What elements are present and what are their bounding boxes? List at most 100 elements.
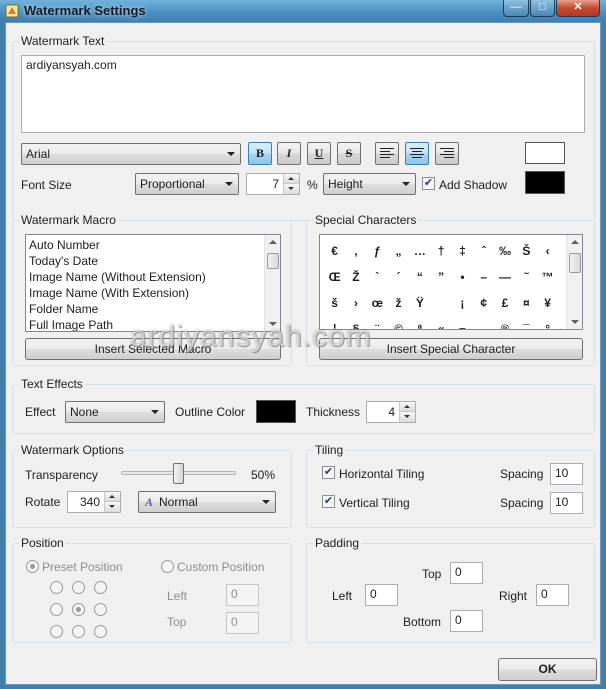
font-size-stepper[interactable]: 7 [246, 173, 300, 195]
special-character-cell[interactable]: ® [494, 316, 515, 329]
position-middle-left-radio[interactable] [50, 603, 63, 616]
special-character-cell[interactable] [430, 290, 451, 316]
special-character-cell[interactable]: Š [516, 238, 537, 264]
list-item[interactable]: Today's Date [26, 253, 280, 269]
stepper-down-icon[interactable] [105, 502, 120, 512]
padding-left-input[interactable]: 0 [365, 584, 398, 606]
special-character-cell[interactable] [473, 316, 494, 329]
special-character-cell[interactable]: • [452, 264, 473, 290]
scroll-up-icon[interactable] [571, 240, 579, 244]
vertical-spacing-input[interactable]: 10 [550, 492, 583, 514]
special-character-cell[interactable]: š [324, 290, 345, 316]
outline-color-swatch[interactable] [256, 400, 296, 423]
special-character-cell[interactable]: © [388, 316, 409, 329]
underline-button[interactable]: U [307, 142, 331, 165]
ok-button[interactable]: OK [498, 658, 597, 681]
position-center-radio[interactable] [72, 603, 85, 616]
position-bottom-right-radio[interactable] [94, 625, 107, 638]
maximize-button[interactable]: □ [530, 0, 555, 17]
style-select[interactable]: A Normal [138, 491, 276, 513]
special-character-cell[interactable]: ‰ [494, 238, 515, 264]
special-character-cell[interactable]: “ [409, 264, 430, 290]
scroll-thumb[interactable] [569, 253, 581, 273]
position-top-center-radio[interactable] [72, 581, 85, 594]
position-middle-right-radio[interactable] [94, 603, 107, 616]
special-character-cell[interactable]: ž [388, 290, 409, 316]
list-item[interactable]: Full Image Path [26, 317, 280, 331]
stepper-up-icon[interactable] [284, 174, 299, 184]
strikethrough-button[interactable]: S [337, 142, 361, 165]
italic-button[interactable]: I [277, 142, 301, 165]
stepper-up-icon[interactable] [400, 402, 415, 412]
special-character-cell[interactable]: — [494, 264, 515, 290]
preset-position-radio[interactable] [26, 560, 39, 573]
special-character-cell[interactable]: ` [367, 264, 388, 290]
special-character-cell[interactable]: ” [430, 264, 451, 290]
font-color-swatch[interactable] [525, 142, 565, 164]
special-character-cell[interactable]: … [409, 238, 430, 264]
font-size-mode-select[interactable]: Proportional [135, 173, 239, 195]
transparency-slider-thumb[interactable] [172, 463, 184, 484]
macro-list[interactable]: Auto Number Today's Date Image Name (Wit… [25, 234, 281, 332]
special-character-cell[interactable]: , [345, 238, 366, 264]
special-character-cell[interactable]: › [345, 290, 366, 316]
list-item[interactable]: Auto Number [26, 237, 280, 253]
special-character-cell[interactable]: „ [388, 238, 409, 264]
special-character-cell[interactable]: ˆ [473, 238, 494, 264]
stepper-down-icon[interactable] [284, 184, 299, 194]
special-character-cell[interactable]: ¬ [452, 316, 473, 329]
special-character-cell[interactable]: Œ [324, 264, 345, 290]
special-character-cell[interactable]: ¢ [473, 290, 494, 316]
scroll-down-icon[interactable] [571, 320, 579, 324]
horizontal-spacing-input[interactable]: 10 [550, 463, 583, 485]
padding-right-input[interactable]: 0 [536, 584, 569, 606]
special-character-cell[interactable]: Ž [345, 264, 366, 290]
position-top-left-radio[interactable] [50, 581, 63, 594]
special-characters-scrollbar[interactable] [566, 235, 582, 329]
special-character-cell[interactable]: § [345, 316, 366, 329]
stepper-up-icon[interactable] [105, 492, 120, 502]
special-character-cell[interactable]: † [430, 238, 451, 264]
special-character-cell[interactable]: ¡ [452, 290, 473, 316]
special-character-cell[interactable]: ™ [537, 264, 558, 290]
font-family-select[interactable]: Arial [21, 143, 241, 165]
close-button[interactable]: ✕ [556, 0, 600, 17]
special-character-cell[interactable]: £ [494, 290, 515, 316]
vertical-tiling-checkbox[interactable]: ✔ [322, 495, 335, 508]
padding-top-input[interactable]: 0 [450, 562, 483, 584]
position-left-input[interactable]: 0 [226, 584, 259, 606]
special-character-cell[interactable]: ° [537, 316, 558, 329]
special-character-cell[interactable]: ‡ [452, 238, 473, 264]
special-character-cell[interactable]: ¥ [537, 290, 558, 316]
special-character-cell[interactable]: – [473, 264, 494, 290]
special-character-cell[interactable]: Ÿ [409, 290, 430, 316]
horizontal-tiling-checkbox[interactable]: ✔ [322, 466, 335, 479]
special-character-cell[interactable]: ‹ [537, 238, 558, 264]
minimize-button[interactable]: — [503, 0, 529, 17]
stepper-down-icon[interactable] [400, 412, 415, 422]
shadow-color-swatch[interactable] [525, 171, 565, 194]
special-character-cell[interactable]: ¯ [516, 316, 537, 329]
add-shadow-checkbox[interactable]: ✔ [422, 177, 435, 190]
macro-list-scrollbar[interactable] [264, 235, 280, 331]
custom-position-radio[interactable] [161, 560, 174, 573]
special-character-cell[interactable]: ´ [388, 264, 409, 290]
special-character-cell[interactable]: « [430, 316, 451, 329]
position-bottom-left-radio[interactable] [50, 625, 63, 638]
watermark-text-input[interactable]: ardiyansyah.com [21, 55, 585, 133]
scroll-thumb[interactable] [267, 253, 279, 269]
bold-button[interactable]: B [248, 142, 272, 165]
padding-bottom-input[interactable]: 0 [450, 610, 483, 632]
position-top-right-radio[interactable] [94, 581, 107, 594]
relative-to-select[interactable]: Height [323, 173, 416, 195]
special-character-cell[interactable]: œ [367, 290, 388, 316]
special-character-cell[interactable]: € [324, 238, 345, 264]
special-character-cell[interactable]: ˜ [516, 264, 537, 290]
align-center-button[interactable] [405, 142, 429, 165]
align-right-button[interactable] [435, 142, 459, 165]
insert-special-character-button[interactable]: Insert Special Character [319, 338, 583, 360]
insert-selected-macro-button[interactable]: Insert Selected Macro [25, 338, 281, 360]
align-left-button[interactable] [375, 142, 399, 165]
special-character-cell[interactable]: ª [409, 316, 430, 329]
special-character-cell[interactable]: ¤ [516, 290, 537, 316]
